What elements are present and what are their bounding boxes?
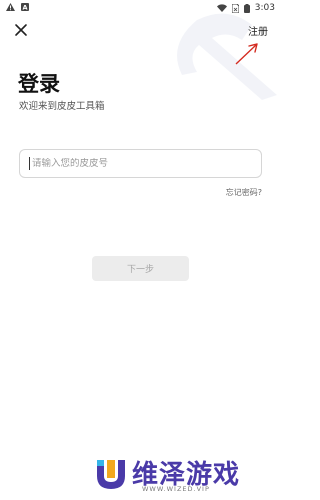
watermark-logo-icon bbox=[97, 460, 125, 489]
account-input-box[interactable] bbox=[19, 149, 262, 178]
status-left: A bbox=[6, 3, 29, 11]
next-step-button[interactable]: 下一步 bbox=[92, 256, 189, 281]
register-link[interactable]: 注册 bbox=[248, 23, 268, 38]
account-input[interactable] bbox=[30, 158, 252, 169]
svg-text:A: A bbox=[22, 4, 27, 11]
a-icon: A bbox=[21, 3, 29, 11]
close-icon bbox=[15, 24, 27, 36]
page-title: 登录 bbox=[18, 72, 60, 96]
forgot-password-link[interactable]: 忘记密码? bbox=[226, 187, 262, 198]
close-button[interactable] bbox=[14, 22, 28, 36]
watermark: 维泽游戏 WWW.WIZED.VIP bbox=[94, 454, 280, 494]
watermark-subtext: WWW.WIZED.VIP bbox=[142, 485, 210, 493]
page-subtitle: 欢迎来到皮皮工具箱 bbox=[19, 101, 105, 112]
warning-icon bbox=[6, 3, 15, 11]
annotation-arrow-icon bbox=[235, 43, 258, 65]
